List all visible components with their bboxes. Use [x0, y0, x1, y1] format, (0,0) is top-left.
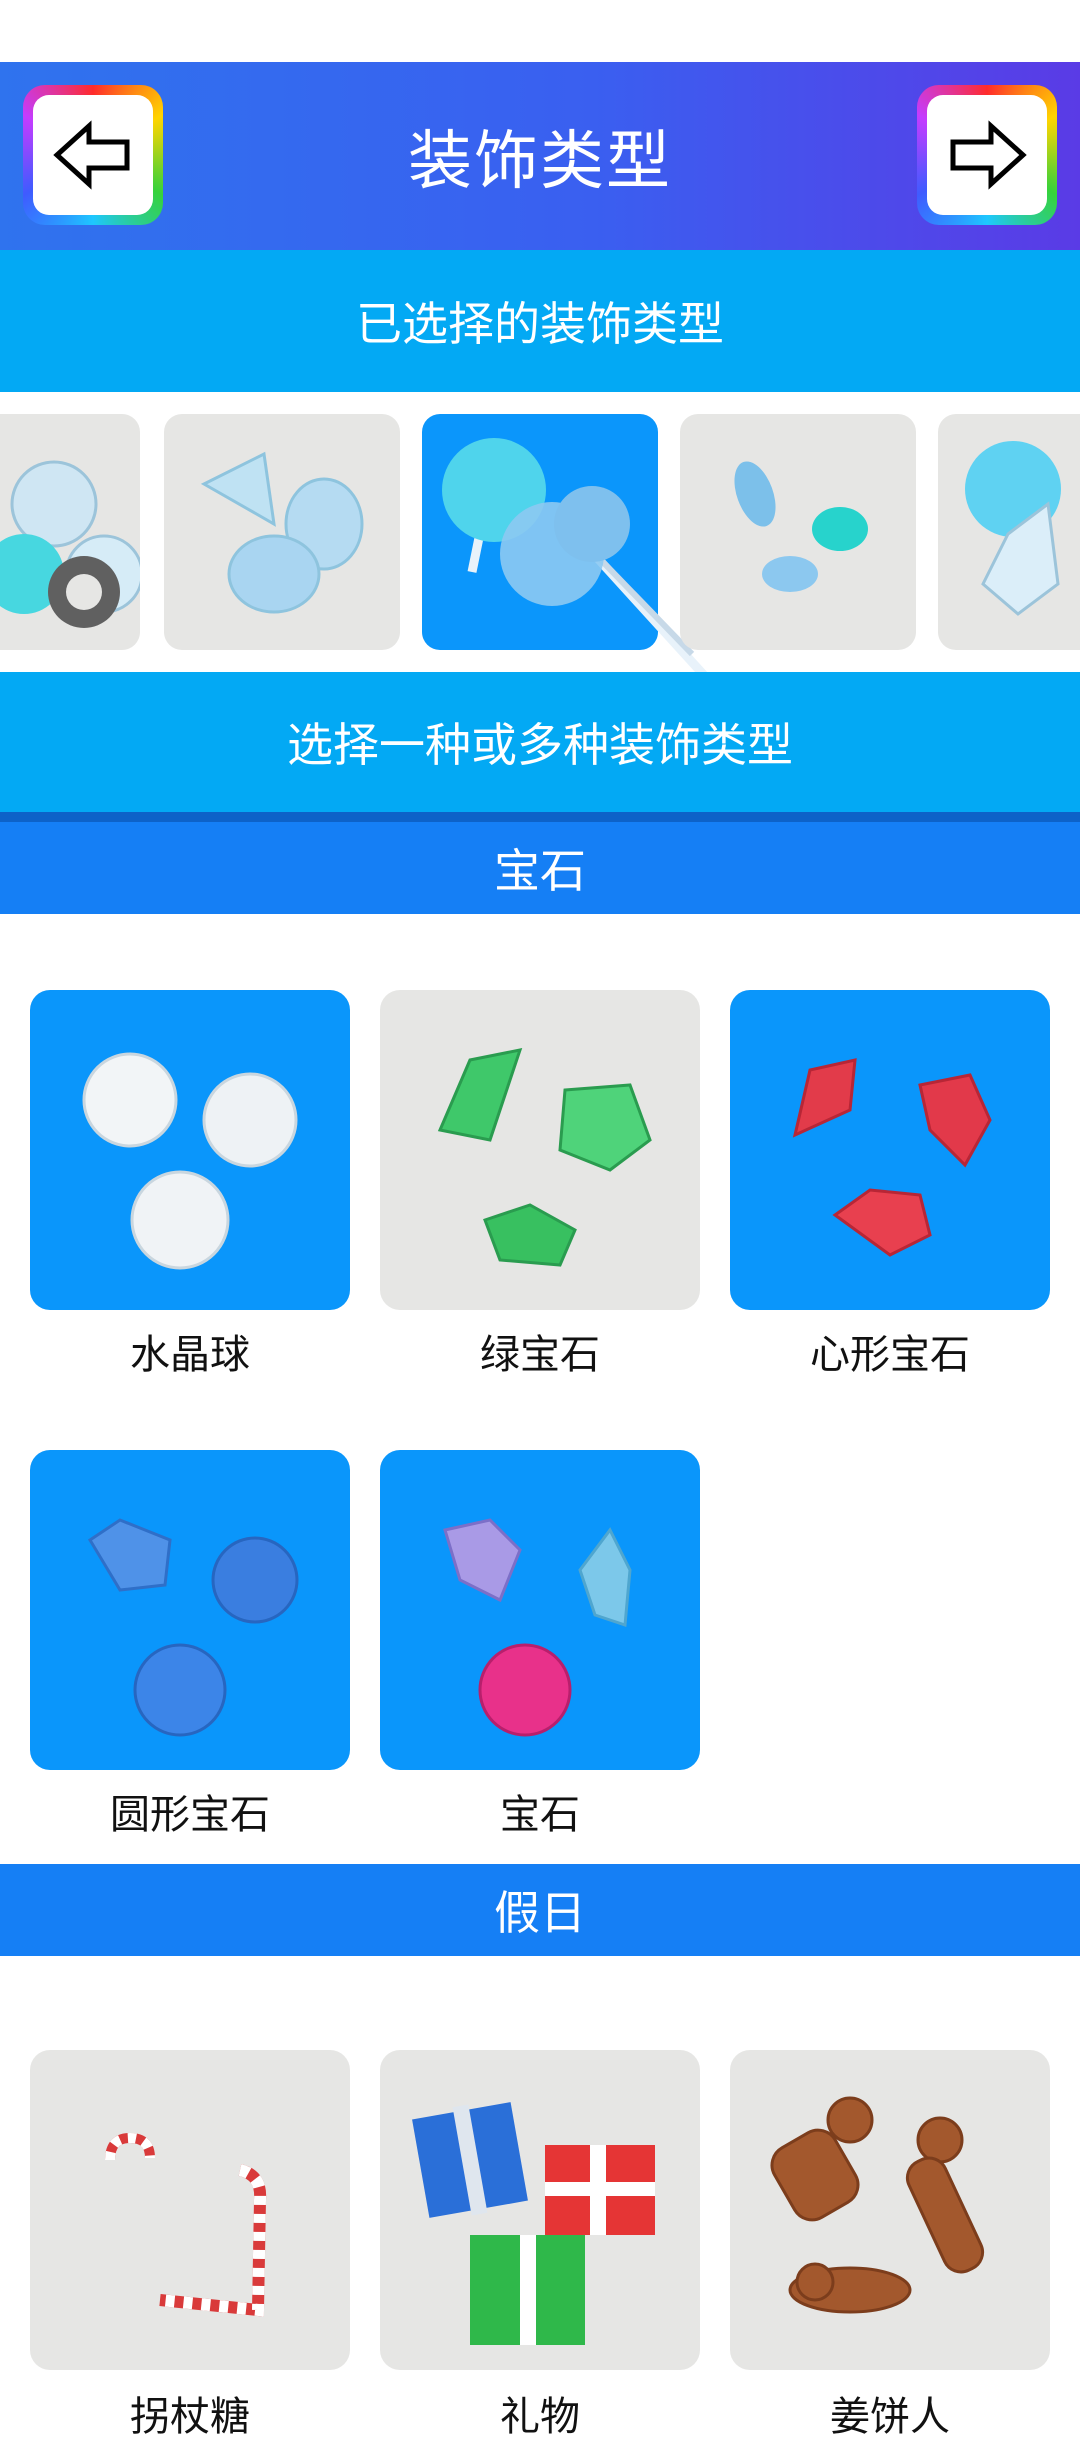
- back-button[interactable]: [23, 85, 163, 225]
- holiday-card-candy-cane[interactable]: [30, 2050, 350, 2370]
- choose-types-band: 选择一种或多种装饰类型: [0, 672, 1080, 812]
- gem-label-round-gem: 圆形宝石: [110, 1792, 270, 1838]
- arrow-left-icon: [53, 120, 130, 190]
- selected-types-band: 已选择的装饰类型: [0, 250, 1080, 392]
- section-divider: [0, 812, 1080, 822]
- strip-item-crystal-mix[interactable]: [938, 414, 1080, 650]
- gem-card-crystal-ball[interactable]: [30, 990, 350, 1310]
- gem-label-emerald: 绿宝石: [480, 1332, 600, 1378]
- arrow-right-icon: [950, 120, 1027, 190]
- strip-item-diamonds[interactable]: [164, 414, 400, 650]
- next-button[interactable]: [917, 85, 1057, 225]
- holiday-label-gingerbread: 姜饼人: [830, 2394, 950, 2440]
- strip-item-pins[interactable]: [422, 414, 708, 672]
- strip-item-beads[interactable]: [680, 414, 916, 650]
- gem-card-round-gem[interactable]: [30, 1450, 350, 1770]
- section-header-holiday: 假日: [0, 1864, 1080, 1956]
- holiday-card-gift[interactable]: [380, 2050, 700, 2370]
- strip-item-crystal-cluster[interactable]: [0, 414, 140, 650]
- gem-card-emerald[interactable]: [380, 990, 700, 1310]
- holiday-label-gift: 礼物: [500, 2394, 580, 2440]
- gem-card-gem[interactable]: [380, 1450, 700, 1770]
- header-bar: 装饰类型: [0, 62, 1080, 250]
- gem-label-heart-gem: 心形宝石: [810, 1332, 970, 1378]
- holiday-label-candy-cane: 拐杖糖: [130, 2394, 250, 2440]
- gem-label-crystal-ball: 水晶球: [130, 1332, 250, 1378]
- gem-card-heart-gem[interactable]: [730, 990, 1050, 1310]
- section-header-gems: 宝石: [0, 822, 1080, 914]
- holiday-card-gingerbread[interactable]: [730, 2050, 1050, 2370]
- selected-types-strip[interactable]: [0, 392, 1080, 672]
- gem-label-gem: 宝石: [500, 1792, 580, 1838]
